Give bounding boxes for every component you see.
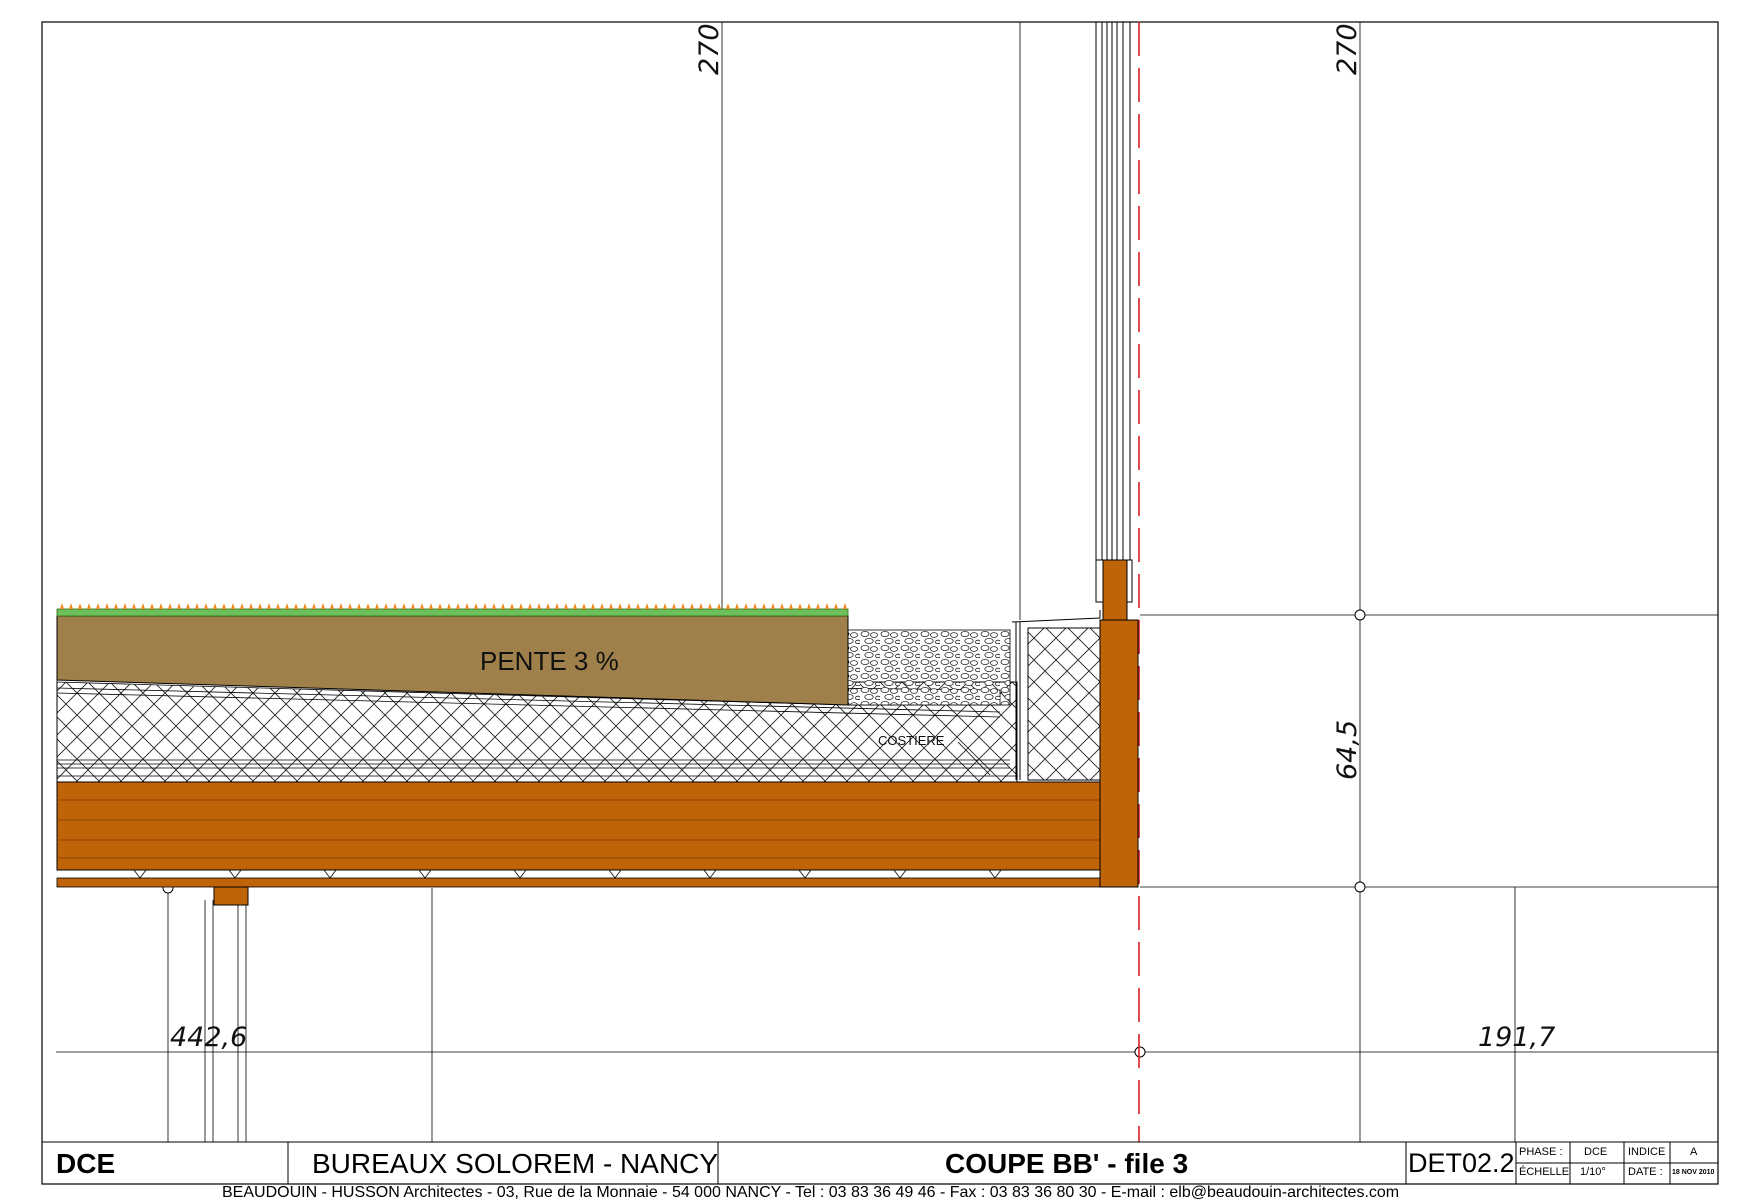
sheet-number: DET02.2 xyxy=(1408,1148,1515,1178)
footer-address: BEAUDOUIN - HUSSON Architectes - 03, Rue… xyxy=(222,1184,1400,1201)
scale-value: 1/10° xyxy=(1580,1166,1606,1178)
phase-label: PHASE : xyxy=(1519,1146,1563,1158)
timber-post xyxy=(1099,619,1139,888)
window-sill xyxy=(1102,559,1128,621)
date-value: 18 NOV 2010 xyxy=(1672,1169,1715,1176)
dimension-top-left: 270 xyxy=(694,23,725,75)
phase-code: DCE xyxy=(56,1148,116,1179)
date-label: DATE : xyxy=(1628,1166,1663,1178)
deck-brackets xyxy=(133,869,1002,879)
gravel-strip xyxy=(847,629,1011,706)
phase-value: DCE xyxy=(1584,1146,1608,1158)
costiere-label: COSTIERE xyxy=(878,733,945,748)
dimension-bottom-right: 191,7 xyxy=(1478,1022,1555,1053)
support-beam xyxy=(213,886,249,906)
sheet-border xyxy=(41,21,1719,1185)
sheet-title: COUPE BB' - file 3 xyxy=(945,1148,1189,1179)
slope-label: PENTE 3 % xyxy=(480,646,619,676)
upstand-insulation xyxy=(1027,627,1101,781)
scale-label: ÉCHELLE xyxy=(1519,1166,1570,1178)
index-value: A xyxy=(1690,1146,1698,1158)
vegetation-layer xyxy=(56,608,849,617)
index-label: INDICE xyxy=(1628,1146,1666,1158)
dimension-bottom-left: 442,6 xyxy=(170,1022,247,1053)
dimension-top-right: 270 xyxy=(1332,23,1363,75)
timber-lath xyxy=(56,877,1101,888)
dimension-right-mid: 64,5 xyxy=(1332,720,1363,780)
construction-lines xyxy=(56,22,1718,1142)
timber-deck xyxy=(56,781,1101,871)
section-drawing: PENTE 3 % COSTIERE 270 270 64,5 442,6 19… xyxy=(41,21,1719,1185)
project-name: BUREAUX SOLOREM - NANCY xyxy=(312,1148,719,1179)
window-frame xyxy=(1095,22,1133,603)
vegetation-flowers xyxy=(60,603,847,609)
